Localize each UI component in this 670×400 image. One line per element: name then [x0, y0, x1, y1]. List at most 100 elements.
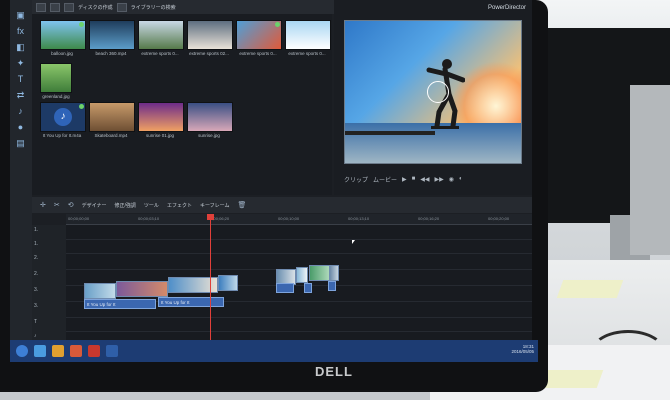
start-button-icon[interactable] — [16, 345, 28, 357]
keyframe-button[interactable]: キーフレーム — [200, 202, 230, 209]
playhead[interactable] — [210, 214, 211, 354]
media-player-icon[interactable] — [70, 345, 82, 357]
effect-button[interactable]: エフェクト — [167, 202, 192, 209]
music-clip[interactable]: It You Up for It — [84, 299, 156, 309]
media-thumb[interactable] — [138, 102, 184, 132]
media-label: greenland.jpg — [42, 94, 70, 99]
video-clip[interactable] — [329, 265, 339, 281]
transition-icon[interactable]: ⇄ — [14, 90, 27, 101]
library-toolbar: ディスクの作成 ライブラリーの検索 — [32, 0, 336, 14]
ruler-tick: 00;00;10;00 — [278, 216, 300, 221]
track-head-video-1[interactable]: 1. — [34, 227, 64, 236]
ruler-tick: 00;00;16;20 — [418, 216, 440, 221]
track-head-video-2[interactable]: 2. — [34, 255, 64, 264]
track-manager-icon[interactable]: ✛ — [40, 201, 46, 209]
track-head-effect-3[interactable]: 3. — [34, 303, 64, 312]
split-icon[interactable]: ✂ — [54, 201, 60, 209]
music-clip[interactable]: It You Up for It — [158, 297, 224, 307]
library-search-input[interactable]: ライブラリーの検索 — [131, 4, 176, 11]
video-clip[interactable] — [218, 275, 238, 291]
sort-icon[interactable] — [116, 2, 127, 12]
media-thumb[interactable] — [40, 63, 72, 93]
clock-date: 2016/05/05 — [511, 349, 534, 354]
track-head-video-3[interactable]: 3. — [34, 287, 64, 296]
ruler-tick: 00;00;00;00 — [68, 216, 90, 221]
fx-icon[interactable]: fx — [14, 26, 27, 37]
pip-icon[interactable]: ◧ — [14, 42, 27, 53]
track-head-title[interactable]: T — [34, 319, 64, 328]
video-clip[interactable] — [84, 283, 116, 299]
audio-clip[interactable] — [276, 283, 294, 293]
clip-mode-button[interactable]: クリップ — [344, 175, 368, 184]
video-clip[interactable] — [296, 267, 308, 283]
media-thumb[interactable] — [187, 102, 233, 132]
cable — [590, 330, 666, 376]
media-thumb[interactable] — [89, 20, 135, 50]
media-thumb[interactable] — [40, 20, 86, 50]
volume-icon[interactable]: ◐ — [459, 176, 463, 182]
music-note-icon: ♪ — [54, 108, 72, 126]
media-label: extreme sports 0... — [288, 51, 326, 56]
media-label: extreme sports 02... — [189, 51, 229, 56]
media-thumb[interactable]: ♪ — [40, 102, 86, 132]
media-thumb[interactable] — [138, 20, 184, 50]
next-frame-icon[interactable]: ▶▶ — [435, 176, 444, 183]
fix-enhance-button[interactable]: 修正/強調 — [115, 202, 136, 209]
video-clip[interactable] — [116, 281, 168, 297]
ruler-tick: 00;00;20;00 — [488, 216, 510, 221]
folder-icon[interactable] — [52, 345, 64, 357]
particle-icon[interactable]: ✦ — [14, 58, 27, 69]
media-label: Skateboard.mp4 — [94, 133, 128, 138]
stop-icon[interactable]: ■ — [412, 176, 416, 182]
voice-icon[interactable]: ● — [14, 122, 27, 133]
undo-icon[interactable]: ⟲ — [68, 201, 74, 209]
timeline-ruler[interactable]: 00;00;00;00 00;00;03;10 00;00;06;20 00;0… — [66, 214, 532, 225]
app-icon[interactable] — [88, 345, 100, 357]
media-thumb[interactable] — [236, 20, 282, 50]
chapter-icon[interactable]: ▤ — [14, 138, 27, 149]
ie-icon[interactable] — [34, 345, 46, 357]
title-icon[interactable]: T — [14, 74, 27, 85]
audio-clip[interactable] — [328, 281, 336, 291]
track-head-effect-1[interactable]: 1. — [34, 241, 64, 250]
media-label: It You Up for It.m4a — [42, 133, 82, 138]
track-head-effect-2[interactable]: 2. — [34, 271, 64, 280]
media-thumb[interactable] — [187, 20, 233, 50]
audio-clip[interactable] — [304, 283, 312, 293]
prev-frame-icon[interactable]: ◀◀ — [420, 176, 429, 183]
media-label: sunrise.jpg — [198, 133, 220, 138]
disc-create-button[interactable]: ディスクの作成 — [78, 4, 113, 11]
crosshair-icon[interactable] — [427, 81, 449, 103]
paper-note — [556, 280, 624, 298]
view-icon[interactable] — [64, 2, 74, 12]
track-divider — [66, 253, 532, 254]
media-label: sunrise 01.jpg — [145, 133, 175, 138]
movie-mode-button[interactable]: ムービー — [373, 175, 397, 184]
powerdirector-task-icon[interactable] — [106, 345, 118, 357]
timeline-tracks[interactable]: It You Up for It It You Up for It — [66, 225, 532, 345]
play-icon[interactable]: ▶ — [402, 176, 407, 183]
designer-button[interactable]: デザイナー — [82, 202, 107, 209]
track-headers: 1. 1. 2. 2. 3. 3. T ♪ — [32, 225, 66, 345]
used-check-icon — [275, 22, 280, 27]
media-thumb[interactable] — [285, 20, 331, 50]
tools-button[interactable]: ツール — [144, 202, 159, 209]
import-icon[interactable] — [36, 2, 46, 12]
snapshot-icon[interactable]: ◉ — [449, 176, 454, 183]
main-monitor: DELL ▣ fx ◧ ✦ T ⇄ ♪ ● ▤ ディスクの作成 ライブラリーの検… — [0, 0, 548, 392]
delete-icon[interactable]: 🗑 — [238, 201, 247, 209]
tool-rail: ▣ fx ◧ ✦ T ⇄ ♪ ● ▤ — [10, 0, 32, 340]
preview-video[interactable] — [344, 20, 522, 164]
preview-pier — [345, 131, 435, 135]
filter-icon[interactable] — [50, 2, 60, 12]
third-monitor — [630, 85, 670, 255]
media-room-icon[interactable]: ▣ — [14, 10, 27, 21]
media-thumb[interactable] — [89, 102, 135, 132]
audio-mix-icon[interactable]: ♪ — [14, 106, 27, 117]
media-label: extreme sports 0... — [239, 51, 277, 56]
system-tray-clock[interactable]: 18:31 2016/05/05 — [511, 344, 534, 354]
monitor-brand-logo: DELL — [315, 364, 353, 379]
used-check-icon — [79, 104, 84, 109]
ruler-tick: 00;00;13;10 — [348, 216, 370, 221]
track-divider — [66, 239, 532, 240]
